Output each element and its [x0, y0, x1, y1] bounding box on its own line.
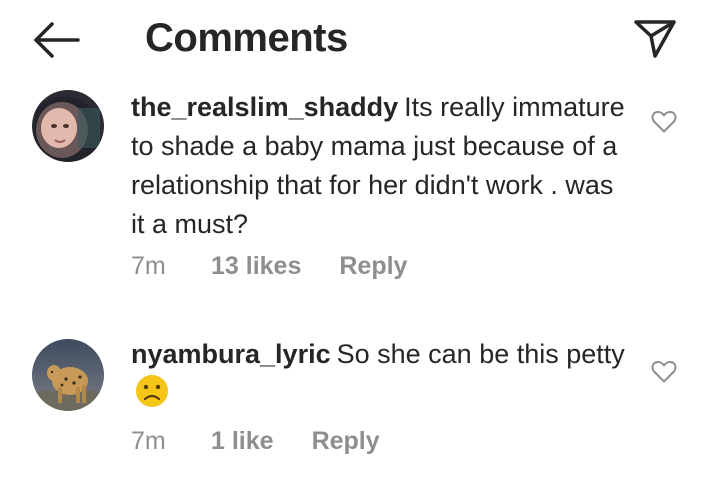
comment-time: 7m — [131, 252, 166, 280]
comment-likes[interactable]: 13 likes — [211, 252, 301, 281]
comment-likes[interactable]: 1 like — [211, 427, 274, 456]
heart-outline-icon — [651, 111, 677, 133]
arrow-left-icon — [34, 22, 80, 58]
comment-text-block: the_realslim_shaddy Its really immature t… — [131, 88, 631, 244]
reply-button[interactable]: Reply — [312, 427, 380, 456]
share-button[interactable] — [630, 14, 680, 64]
avatar-photo — [32, 90, 104, 162]
comment-meta: 7m 13 likes Reply — [131, 252, 407, 281]
user-avatar[interactable] — [32, 339, 104, 411]
avatar-cheetah-photo — [32, 339, 104, 411]
like-button[interactable] — [651, 360, 677, 384]
reply-button[interactable]: Reply — [339, 252, 407, 281]
comment-meta: 7m 1 like Reply — [131, 427, 380, 456]
like-button[interactable] — [651, 110, 677, 134]
frowning-face-emoji — [136, 375, 168, 407]
comment-item: nyambura_lyric So she can be this petty 7… — [0, 335, 720, 465]
comment-text-block: nyambura_lyric So she can be this petty — [131, 335, 631, 413]
user-avatar[interactable] — [32, 90, 104, 162]
heart-outline-icon — [651, 361, 677, 383]
page-title: Comments — [145, 16, 348, 60]
comment-text: So she can be this petty — [336, 339, 625, 369]
comment-username[interactable]: nyambura_lyric — [131, 339, 331, 369]
comment-time: 7m — [131, 427, 166, 455]
comment-item: the_realslim_shaddy Its really immature t… — [0, 88, 720, 288]
header-bar: Comments — [0, 0, 720, 80]
back-button[interactable] — [30, 18, 82, 62]
comment-username[interactable]: the_realslim_shaddy — [131, 92, 398, 122]
paper-plane-icon — [634, 20, 676, 58]
